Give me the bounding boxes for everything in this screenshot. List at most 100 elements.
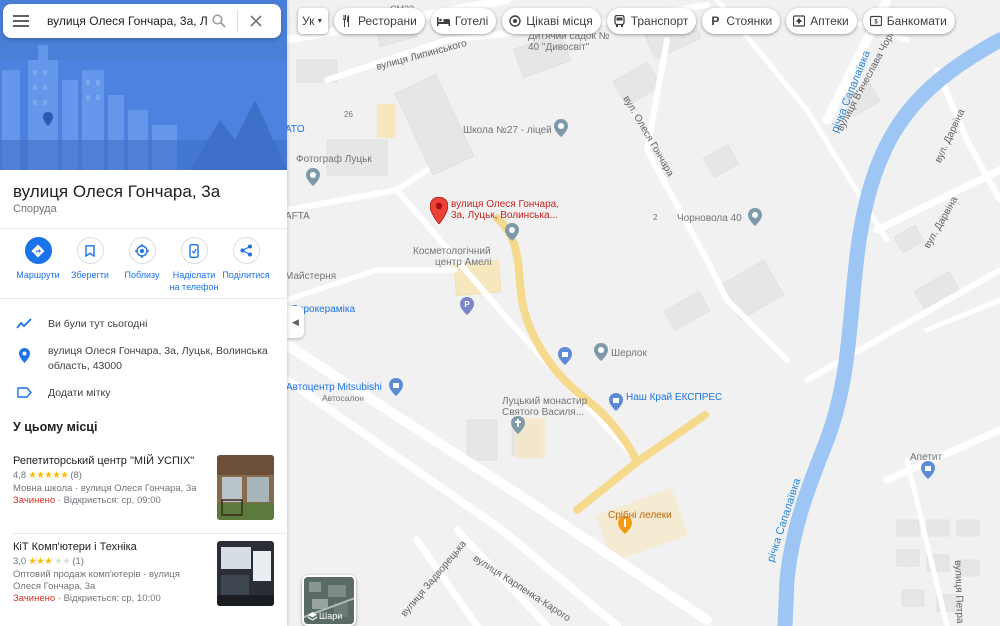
business-status: Зачинено · Відкриється: ср, 09:00	[13, 495, 161, 506]
close-icon[interactable]	[244, 15, 268, 27]
chip-atm-label: Банкомати	[886, 14, 947, 28]
atm-icon: $	[869, 14, 883, 28]
chip-attractions[interactable]: Цікаві місця	[502, 8, 601, 34]
house-number-2: 2	[653, 213, 658, 222]
list-item[interactable]: Репетиторський центр "МІЙ УСПІХ" 4,8 ★★★…	[0, 455, 287, 530]
in-this-place-heading: У цьому місці	[13, 420, 98, 434]
address-text: вулиця Олеся Гончара, 3а, Луцьк, Волинсь…	[48, 345, 268, 372]
chip-restaurants-label: Ресторани	[358, 14, 417, 28]
svg-text:$: $	[874, 20, 878, 26]
place-sidebar: вулиця Олеся Гончара, 3а Споруда Маршрут…	[0, 0, 287, 626]
language-chip[interactable]: Ук ▼	[298, 8, 328, 34]
house-number-26: 26	[344, 110, 353, 119]
workshop-label[interactable]: Майстерня	[287, 271, 336, 282]
nearby-icon	[128, 237, 156, 264]
fragment-ato[interactable]: ATO	[287, 124, 305, 135]
pharmacy-icon	[792, 14, 806, 28]
maps-app: P вулиця Олеся Гончара, 3а, Луцьк, Волин…	[0, 0, 1000, 626]
business-name[interactable]: Репетиторський центр "МІЙ УСПІХ"	[13, 455, 194, 467]
search-icon[interactable]	[207, 14, 231, 28]
label-tag-icon	[0, 386, 48, 398]
sherlock-poi-icon[interactable]	[594, 343, 608, 361]
parking-poi-icon[interactable]: P	[460, 297, 474, 315]
place-type[interactable]: Споруда	[13, 203, 57, 215]
save-button[interactable]: Зберегти	[64, 237, 116, 293]
chip-attractions-label: Цікаві місця	[526, 14, 593, 28]
fragment-afta: AFTA	[287, 211, 310, 222]
chip-parking-label: Стоянки	[726, 14, 773, 28]
chornovola-label[interactable]: Чорновола 40	[677, 213, 742, 224]
list-item[interactable]: КіТ Комп'ютери і Техніка 3,0 ★★★ ★★ (1) О…	[0, 541, 287, 616]
status-closed: Зачинено	[13, 593, 56, 604]
chevron-down-icon: ▼	[316, 17, 324, 25]
cosmetology-poi-icon[interactable]	[505, 223, 519, 241]
chevron-left-icon: ◀	[292, 316, 299, 327]
chip-hotels[interactable]: Готелі	[430, 8, 497, 34]
chip-pharmacy[interactable]: Аптеки	[786, 8, 857, 34]
chip-hotels-label: Готелі	[454, 14, 489, 28]
directions-button[interactable]: Маршрути	[12, 237, 64, 293]
chip-transit[interactable]: Транспорт	[606, 8, 697, 34]
pin-label[interactable]: вулиця Олеся Гончара, 3а, Луцьк, Волинсь…	[451, 199, 571, 221]
cosmetology-label-1[interactable]: Косметологічний	[413, 246, 491, 257]
photographer-label[interactable]: Фотограф Луцьк	[296, 154, 372, 165]
business-photo[interactable]	[217, 455, 274, 520]
layers-button[interactable]: Шари	[302, 575, 356, 626]
restaurant-icon	[340, 14, 354, 28]
monastery-poi-icon[interactable]	[511, 416, 525, 434]
share-icon	[232, 237, 260, 264]
business-photo[interactable]	[217, 541, 274, 606]
chip-pharmacy-label: Аптеки	[810, 14, 849, 28]
chip-restaurants[interactable]: Ресторани	[334, 8, 425, 34]
shop-poi-icon-1[interactable]	[558, 347, 572, 365]
share-button[interactable]: Поділитися	[220, 237, 272, 293]
rating-count: (1)	[72, 556, 84, 567]
monastery-label-2[interactable]: Святого Василя...	[502, 407, 584, 418]
business-rating-row: 4,8 ★★★★★ (8)	[13, 470, 82, 481]
divider	[0, 228, 287, 229]
opening-hours: · Відкриється: ср, 09:00	[55, 495, 161, 506]
address-row[interactable]: вулиця Олеся Гончара, 3а, Луцьк, Волинсь…	[0, 344, 287, 374]
school-label[interactable]: Школа №27 - ліцей	[463, 125, 552, 136]
send-to-phone-button[interactable]: Надіслати на телефон	[168, 237, 220, 293]
cosmetology-label-2[interactable]: центр Амелі	[435, 257, 491, 268]
search-input[interactable]	[47, 14, 207, 28]
mitsubishi-label[interactable]: Автоцентр Mitsubishi	[287, 382, 382, 393]
monastery-label-1[interactable]: Луцький монастир	[502, 396, 587, 407]
collapse-panel-button[interactable]: ◀	[287, 306, 304, 338]
chornovola-poi-icon[interactable]	[748, 208, 762, 226]
bookmark-icon	[76, 237, 104, 264]
rating-value: 3,0	[13, 556, 27, 567]
directions-icon	[24, 237, 52, 264]
kindergarten-label-2[interactable]: 40 "Дивосвіт"	[528, 42, 589, 53]
car-dealer-poi-icon[interactable]	[389, 378, 403, 396]
business-name[interactable]: КіТ Комп'ютери і Техніка	[13, 541, 137, 553]
action-buttons: Маршрути Зберегти Поблизу Надіслати на т…	[0, 237, 287, 293]
school-poi-icon[interactable]	[554, 119, 568, 137]
selected-place-pin-icon[interactable]	[430, 197, 448, 224]
directions-label: Маршрути	[16, 270, 60, 280]
place-title: вулиця Олеся Гончара, 3а	[13, 182, 221, 201]
map-canvas[interactable]: P вулиця Олеся Гончара, 3а, Луцьк, Волин…	[287, 0, 1000, 626]
apetyt-label[interactable]: Апетит	[910, 452, 942, 463]
photographer-poi-icon[interactable]	[306, 168, 320, 186]
nearby-button[interactable]: Поблизу	[116, 237, 168, 293]
divider	[13, 533, 287, 534]
sherlock-label[interactable]: Шерлок	[611, 348, 647, 359]
hamburger-icon[interactable]	[3, 15, 39, 27]
status-closed: Зачинено	[13, 495, 56, 506]
chip-atm[interactable]: $ Банкомати	[862, 8, 955, 34]
apetyt-poi-icon[interactable]	[921, 461, 935, 479]
place-hero-image	[0, 0, 287, 170]
add-label-row[interactable]: Додати мітку	[0, 386, 287, 401]
leleky-label[interactable]: Срібні лелеки	[608, 510, 672, 521]
visited-row[interactable]: Ви були тут сьогодні	[0, 317, 287, 332]
category-chips: Ук ▼ Ресторани Готелі Цікаві місця Трансп…	[298, 8, 955, 34]
divider	[0, 298, 287, 299]
nash-krai-poi-icon[interactable]	[609, 393, 623, 411]
layers-icon	[308, 611, 317, 621]
rating-stars-empty: ★★	[54, 556, 71, 567]
chip-parking[interactable]: P Стоянки	[702, 8, 781, 34]
nash-krai-label[interactable]: Наш Край ЕКСПРЕС	[626, 392, 722, 403]
rating-count: (8)	[70, 470, 82, 481]
